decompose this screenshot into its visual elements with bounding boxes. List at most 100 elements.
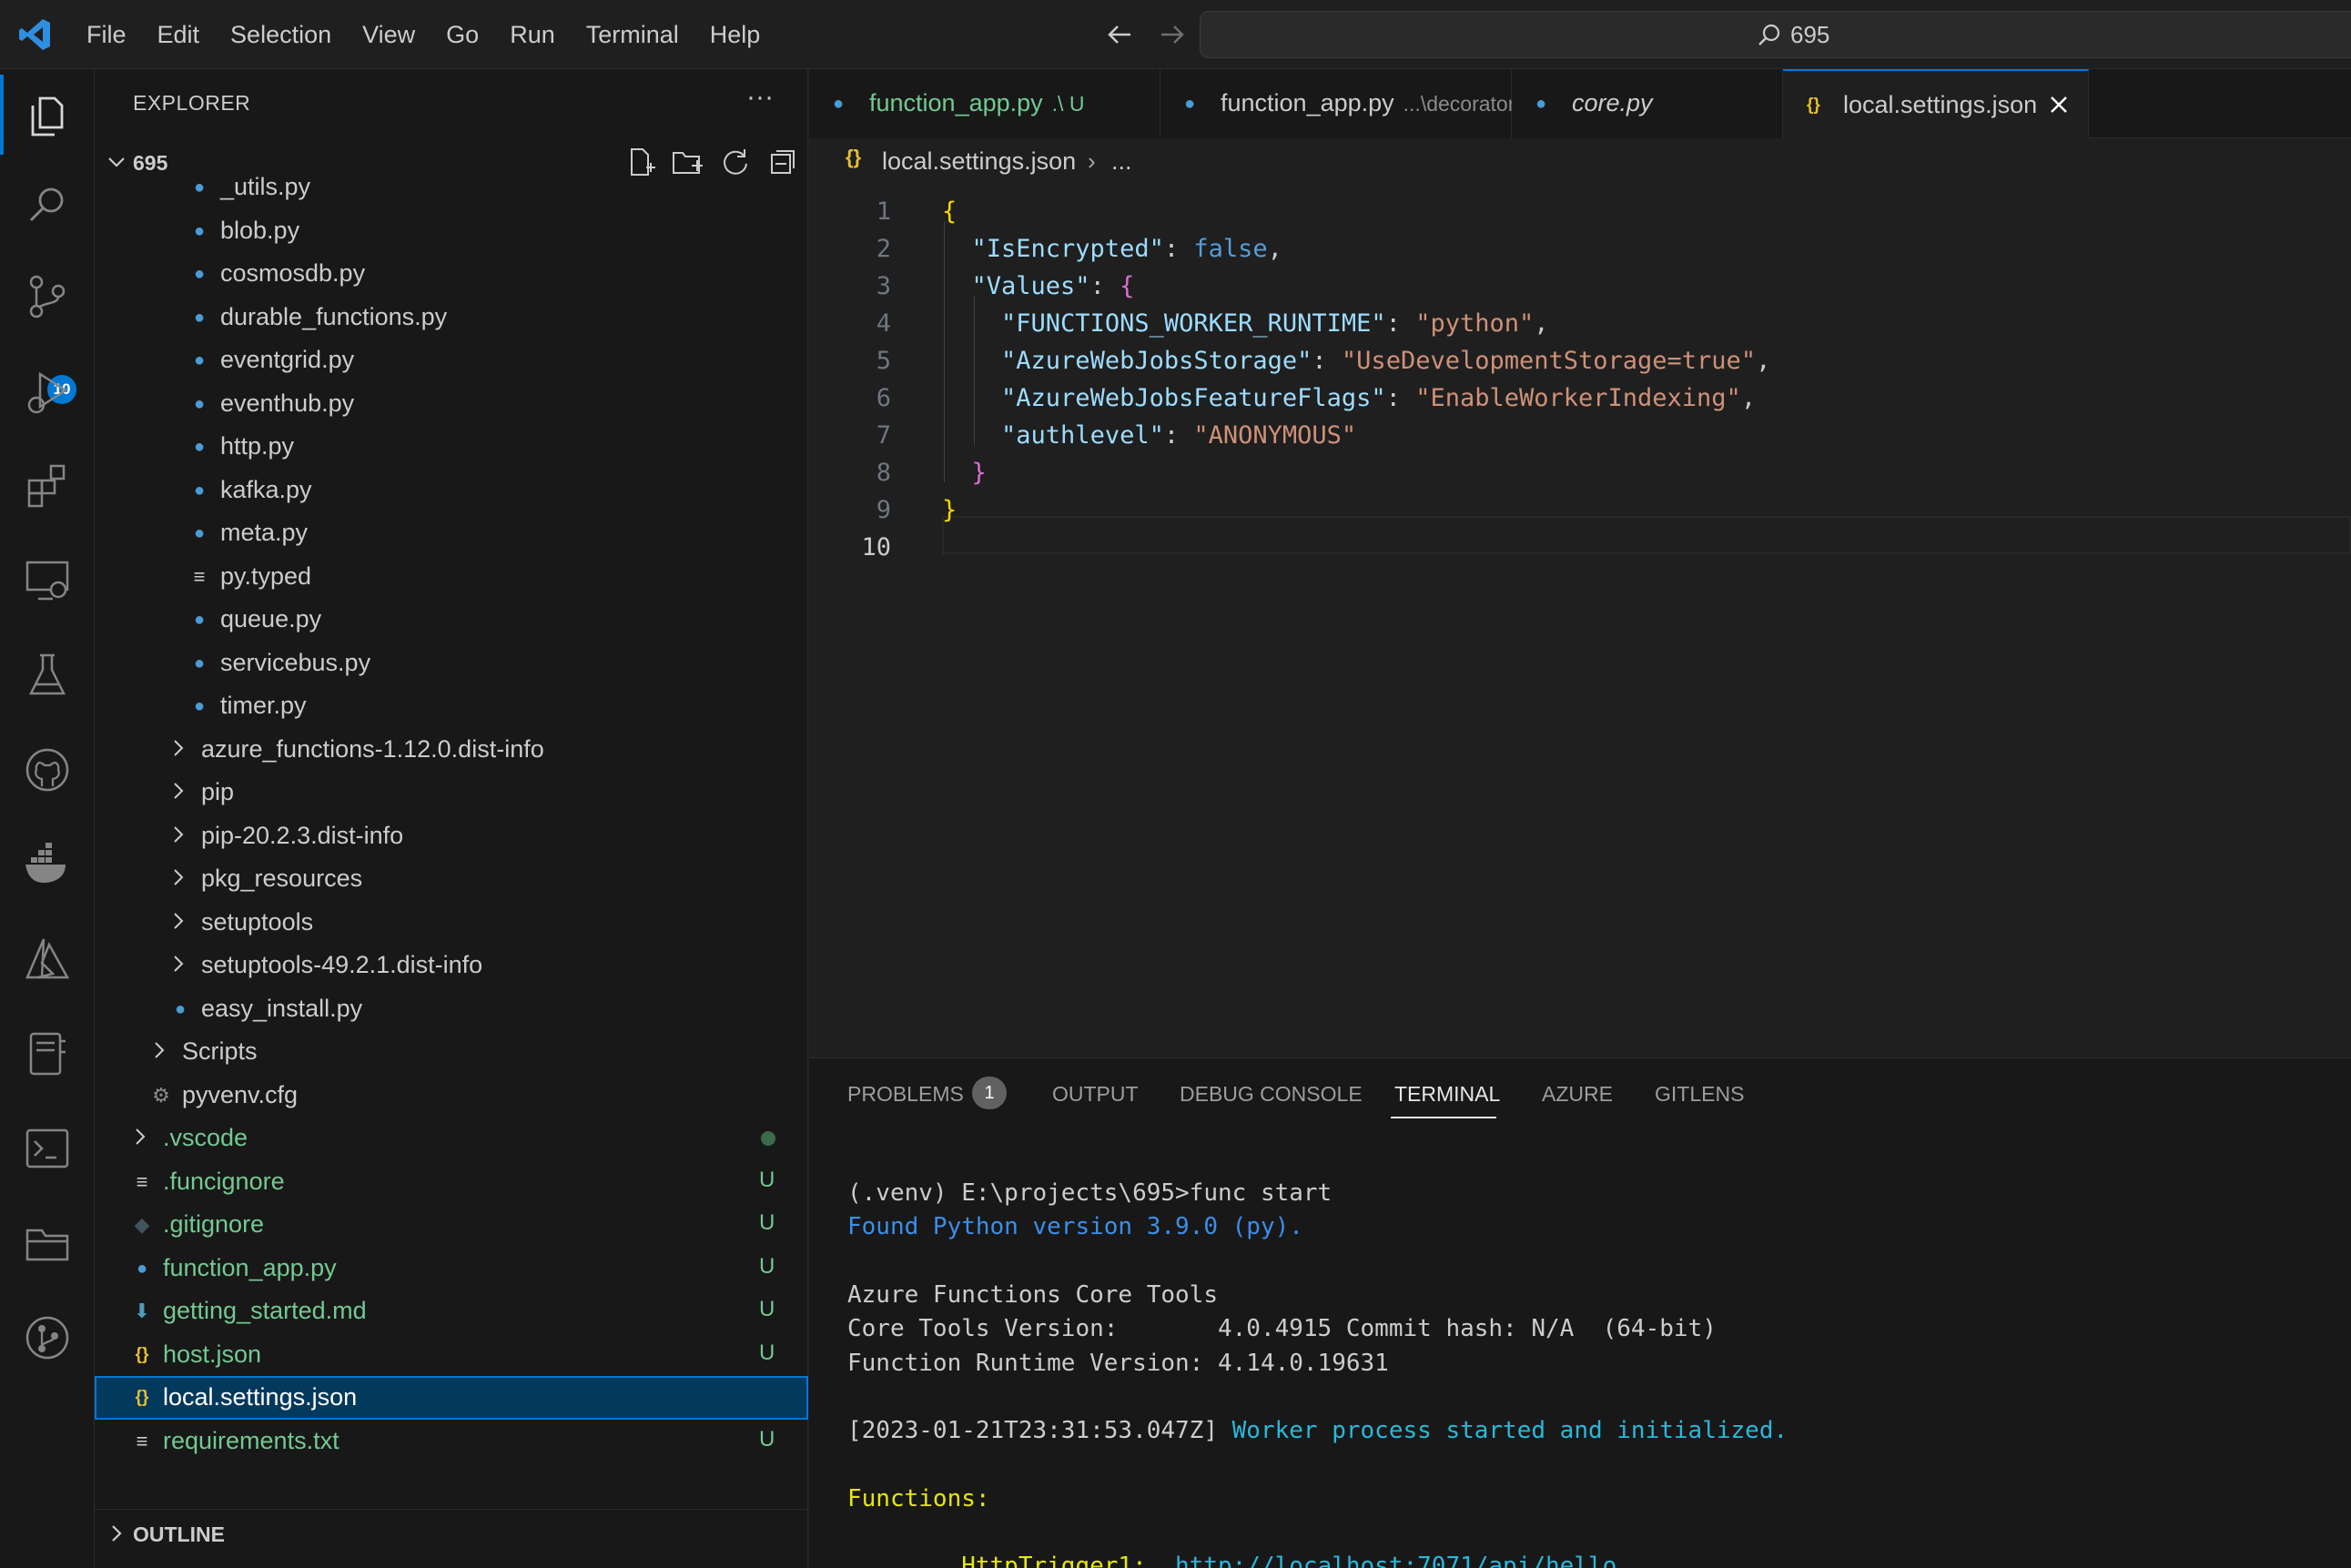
menu-run[interactable]: Run [494,0,571,69]
menu-file[interactable]: File [71,0,142,69]
tree-item-label: Scripts [182,1037,258,1065]
code-token: "FUNCTIONS_WORKER_RUNTIME" [1001,309,1386,338]
python-file-icon: ● [193,523,206,543]
menu-edit[interactable]: Edit [142,0,216,69]
tree-item-timer-py[interactable]: ● timer.py [95,684,808,728]
tree-item-local-settings-json[interactable]: {} local.settings.json [95,1376,808,1420]
back-arrow-icon[interactable] [1101,16,1138,53]
tree-item-getting-started-md[interactable]: ⬇ getting_started.md U [95,1290,808,1333]
menu-terminal[interactable]: Terminal [571,0,694,69]
menu-go[interactable]: Go [431,0,494,69]
code-content: "AzureWebJobsStorage": "UseDevelopmentSt… [942,342,1770,379]
chevron-right-icon [174,825,184,843]
tree-item-label: setuptools [201,907,314,936]
code-line: 1{ [809,193,2351,230]
json-icon: {} [1807,96,1820,115]
tree-item-setuptools-49-2-1-dist-info[interactable]: setuptools-49.2.1.dist-info [95,944,808,987]
code-token: , [1534,309,1549,338]
tree-item-azure-functions-1-12-0-dist-info[interactable]: azure_functions-1.12.0.dist-info [95,728,808,772]
terminal-text: Functions: [847,1484,990,1512]
outline-section-header[interactable]: OUTLINE [95,1509,808,1554]
tree-item-host-json[interactable]: {} host.json U [95,1333,808,1377]
panel-tabs: PROBLEMS 1 OUTPUT DEBUG CONSOLE TERMINAL… [809,1058,2351,1131]
command-center[interactable]: 695 [1200,11,2351,58]
tree-item-label: pip [201,778,235,805]
chevron-right-icon [174,956,184,972]
tree-item-label: pyvenv.cfg [182,1080,299,1108]
more-actions-icon[interactable]: ··· [746,82,774,113]
tree-item-scripts[interactable]: Scripts [95,1030,808,1074]
extensions-icon[interactable] [20,459,75,513]
json-icon: {} [846,146,862,168]
tab-gitlens[interactable]: GITLENS [1655,1082,1744,1107]
tree-item-pip[interactable]: pip [95,771,808,814]
explorer-icon[interactable] [20,87,75,142]
forward-arrow-icon[interactable] [1154,16,1191,53]
tab-azure[interactable]: AZURE [1542,1082,1613,1107]
tree-item-setuptools[interactable]: setuptools [95,901,808,945]
tree-item-label: requirements.txt [163,1426,339,1454]
tree-item-pkg-resources[interactable]: pkg_resources [95,857,808,901]
menu-help[interactable]: Help [694,0,776,69]
tree-item-label: servicebus.py [220,648,371,676]
tab-debug-console[interactable]: DEBUG CONSOLE [1180,1082,1363,1107]
breadcrumb-file[interactable]: local.settings.json [882,147,1076,176]
terminal-text: Found Python version 3.9.0 (py). [847,1213,1303,1241]
tree-item--gitignore[interactable]: ◆ .gitignore U [95,1203,808,1247]
tree-item-label: eventgrid.py [220,346,355,373]
tree-item-http-py[interactable]: ● http.py [95,425,808,469]
vscode-logo-icon[interactable] [16,16,53,53]
azure-icon[interactable] [20,932,75,986]
editor-tab-core-py[interactable]: ● core.py [1512,69,1783,138]
tree-item-queue-py[interactable]: ● queue.py [95,598,808,642]
source-control-icon[interactable] [20,269,75,324]
close-icon[interactable] [2045,91,2072,118]
tree-item-cosmosdb-py[interactable]: ● cosmosdb.py [95,252,808,296]
tree-item-pip-20-2-3-dist-info[interactable]: pip-20.2.3.dist-info [95,814,808,858]
tree-item-function-app-py[interactable]: ● function_app.py U [95,1247,808,1290]
testing-icon[interactable] [20,648,75,703]
tree-item-kafka-py[interactable]: ● kafka.py [95,469,808,512]
line-number: 8 [876,459,891,487]
tree-item--funcignore[interactable]: ≡ .funcignore U [95,1160,808,1204]
tree-item-py-typed[interactable]: ≡ py.typed [95,555,808,599]
tab-problems[interactable]: PROBLEMS [847,1082,964,1107]
terminal-text[interactable]: http://localhost:7071/api/hello [1175,1553,1616,1568]
git-graph-icon[interactable] [20,1310,75,1365]
settings-file-icon: ⚙ [152,1083,170,1107]
breadcrumb-more[interactable]: ... [1111,147,1132,176]
run-debug-icon[interactable] [20,365,75,420]
tree-item-blob-py[interactable]: ● blob.py [95,209,808,253]
terminal-icon[interactable] [20,1121,75,1176]
tree-item-eventhub-py[interactable]: ● eventhub.py [95,382,808,426]
terminal-output[interactable]: (.venv) E:\projects\695>func start Found … [847,1177,2322,1568]
github-icon[interactable] [20,743,75,797]
tree-item-durable-functions-py[interactable]: ● durable_functions.py [95,296,808,339]
tree-item-meta-py[interactable]: ● meta.py [95,511,808,555]
tab-label: core.py [1572,89,1653,117]
tree-item-label: blob.py [220,216,300,244]
tree-item--utils-py[interactable]: ● _utils.py [95,166,808,209]
editor-tab-function-app-py[interactable]: ● function_app.py .\ U [809,69,1160,138]
activity-bar: 10 [0,69,95,1568]
tab-terminal[interactable]: TERMINAL [1394,1082,1500,1107]
folder-icon[interactable] [20,1216,75,1270]
menu-view[interactable]: View [347,0,431,69]
editor-tab-local-settings-json[interactable]: {} local.settings.json [1783,69,2089,138]
notebook-icon[interactable] [20,1027,75,1081]
tree-item-eventgrid-py[interactable]: ● eventgrid.py [95,339,808,382]
editor-tab-function-app-py[interactable]: ● function_app.py ...\decorators [1160,69,1525,138]
tab-output[interactable]: OUTPUT [1052,1082,1139,1107]
title-bar: File Edit Selection View Go Run Terminal Help 6… [0,0,2351,69]
tree-item--vscode[interactable]: .vscode [95,1117,808,1160]
remote-explorer-icon[interactable] [20,553,75,608]
search-icon[interactable] [20,178,75,233]
tree-item-requirements-txt[interactable]: ≡ requirements.txt U [95,1420,808,1463]
docker-icon[interactable] [20,837,75,892]
tree-item-easy-install-py[interactable]: ● easy_install.py [95,987,808,1031]
tree-item-servicebus-py[interactable]: ● servicebus.py [95,642,808,685]
menu-selection[interactable]: Selection [215,0,347,69]
code-editor[interactable]: 1{2 "IsEncrypted": false, 3 "Values": {4 … [809,184,2351,1057]
tree-item-pyvenv-cfg[interactable]: ⚙ pyvenv.cfg [95,1074,808,1118]
